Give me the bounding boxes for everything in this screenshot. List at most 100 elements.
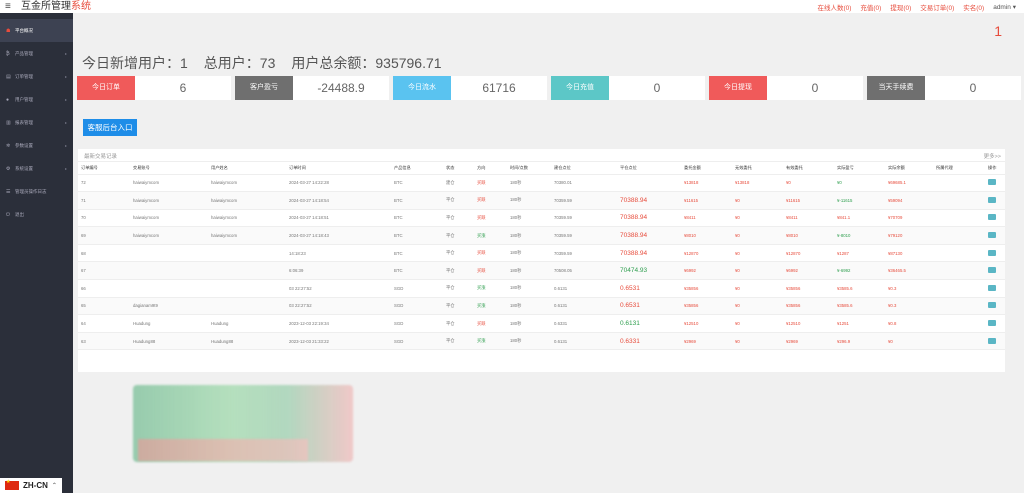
sidebar-item-params[interactable]: ✲ 参数设置 ▸ bbox=[0, 134, 73, 157]
sidebar-item-orders[interactable]: ▤ 订单管理 ▸ bbox=[0, 65, 73, 88]
sidebar-item-system[interactable]: ⚙ 系统设置 ▸ bbox=[0, 157, 73, 180]
table-cell: ¥0 bbox=[732, 226, 783, 245]
sidebar-item-label: 系统设置 bbox=[15, 165, 33, 171]
table-cell: 0.6131 bbox=[551, 332, 617, 351]
chevron-up-icon: ⌃ bbox=[51, 483, 57, 489]
customer-service-button[interactable]: 客服后台入口 bbox=[83, 119, 137, 136]
row-action-button[interactable] bbox=[988, 337, 996, 344]
stat-value: 0 bbox=[609, 76, 705, 100]
stat-today-orders: 今日订单 6 bbox=[77, 76, 231, 100]
table-cell: 2024-03-27 14:22:28 bbox=[286, 174, 391, 193]
nav-withdraw[interactable]: 提现(0) bbox=[890, 2, 911, 12]
table-cell: 72 bbox=[78, 174, 130, 193]
table-cell: 平仓 bbox=[443, 244, 474, 263]
table-cell bbox=[933, 314, 985, 333]
table-cell bbox=[617, 174, 681, 193]
table-cell: ¥13818 bbox=[681, 174, 732, 193]
column-header: 状态 bbox=[443, 162, 474, 175]
nav-trade-orders[interactable]: 交易订单(0) bbox=[920, 2, 954, 12]
table-cell: ¥11615 bbox=[681, 191, 732, 210]
language-label: ZH-CN bbox=[23, 481, 48, 490]
table-cell bbox=[985, 314, 1005, 333]
table-cell: 70388.94 bbox=[617, 209, 681, 228]
table-cell: SGD bbox=[391, 332, 443, 351]
row-action-button[interactable] bbox=[988, 320, 996, 327]
table-cell: 建仓 bbox=[443, 174, 474, 193]
row-action-button[interactable] bbox=[988, 249, 996, 256]
table-cell: ¥11615 bbox=[783, 191, 834, 210]
row-action-button[interactable] bbox=[988, 179, 996, 186]
nav-real-name[interactable]: 实名(0) bbox=[963, 2, 984, 12]
table-cell bbox=[985, 226, 1005, 245]
table-cell: haiwaiymcom bbox=[208, 226, 286, 245]
table-cell bbox=[208, 279, 286, 298]
table-cell: 平仓 bbox=[443, 226, 474, 245]
sidebar-item-reports[interactable]: ▥ 报表管理 ▸ bbox=[0, 111, 73, 134]
table-cell: ¥-6992 bbox=[834, 261, 885, 281]
table-cell: 14:18:23 bbox=[286, 244, 391, 263]
table-cell: 2023-12-03 21:33:22 bbox=[286, 332, 391, 351]
table-cell bbox=[985, 332, 1005, 351]
top-nav: 在线人数(0) 充值(0) 提现(0) 交易订单(0) 实名(0) admin … bbox=[817, 0, 1016, 13]
table-cell: 2024-03-27 14:18:51 bbox=[286, 209, 391, 228]
table-cell: ¥8411 bbox=[681, 209, 732, 228]
stat-today-withdraw: 今日提现 0 bbox=[709, 76, 863, 100]
row-action-button[interactable] bbox=[988, 267, 996, 274]
row-action-button[interactable] bbox=[988, 284, 996, 291]
table-cell: ¥0 bbox=[732, 261, 783, 281]
sidebar-item-admin-log[interactable]: ☰ 管理员操作日志 bbox=[0, 180, 73, 203]
more-link[interactable]: 更多>> bbox=[984, 152, 1001, 160]
language-switcher[interactable]: ZH-CN ⌃ bbox=[0, 478, 62, 493]
table-cell: 70474.93 bbox=[617, 261, 681, 281]
table-cell bbox=[130, 244, 208, 263]
table-cell: 平仓 bbox=[443, 314, 474, 333]
table-cell: 70359.59 bbox=[551, 191, 617, 210]
table-cell: 69 bbox=[78, 226, 130, 245]
stats-row: 今日订单 6 客户盈亏 -24488.9 今日流水 61716 今日充值 0 今… bbox=[77, 76, 1021, 100]
table-cell: 0.6531 bbox=[617, 297, 681, 316]
sidebar-item-overview[interactable]: ☗ 平台概况 bbox=[0, 19, 73, 42]
sidebar-item-logout[interactable]: ⏻ 退出 bbox=[0, 203, 73, 226]
redacted-area bbox=[138, 439, 308, 461]
table-cell: 平仓 bbox=[443, 261, 474, 281]
table-cell: 买跌 bbox=[474, 174, 507, 193]
sidebar-item-products[interactable]: ₿ 产品管理 ▸ bbox=[0, 42, 73, 65]
table-cell: ¥841.1 bbox=[834, 209, 885, 228]
row-action-button[interactable] bbox=[988, 196, 996, 203]
table-body: 72 haiwaiymcom haiwaiymcom 2024-03-27 14:22… bbox=[78, 174, 1005, 351]
table-cell: ¥87130 bbox=[885, 244, 933, 263]
chevron-right-icon: ▸ bbox=[64, 166, 67, 171]
stat-today-fee: 当天手续费 0 bbox=[867, 76, 1021, 100]
stat-label: 客户盈亏 bbox=[235, 76, 293, 100]
row-action-button[interactable] bbox=[988, 214, 996, 221]
table-row: 68 14:18:23 BTC 平仓 买跌 180秒 70359.59 70388.94 ¥12… bbox=[78, 244, 1005, 263]
table-cell: ¥13818 bbox=[732, 174, 783, 193]
table-cell: 70388.94 bbox=[617, 191, 681, 210]
table-cell bbox=[985, 244, 1005, 263]
hamburger-menu-icon[interactable]: ≡ bbox=[5, 0, 19, 13]
table-cell: 70359.59 bbox=[551, 226, 617, 245]
row-action-button[interactable] bbox=[988, 232, 996, 239]
row-action-button[interactable] bbox=[988, 302, 996, 309]
chevron-right-icon: ▸ bbox=[64, 120, 67, 125]
table-cell: 180秒 bbox=[507, 332, 551, 351]
table-cell: ¥35856 bbox=[783, 297, 834, 316]
table-cell: ¥1251 bbox=[834, 314, 885, 333]
nav-recharge[interactable]: 充值(0) bbox=[860, 2, 881, 12]
table-cell: 03 22:27:52 bbox=[286, 279, 391, 298]
table-cell bbox=[208, 261, 286, 281]
home-icon: ☗ bbox=[6, 27, 11, 34]
user-menu[interactable]: admin ▾ bbox=[993, 3, 1016, 11]
column-header: 委托金额 bbox=[681, 162, 732, 175]
sidebar-item-users[interactable]: ● 用户管理 ▸ bbox=[0, 88, 73, 111]
nav-online-users[interactable]: 在线人数(0) bbox=[817, 2, 851, 12]
table-cell: BTC bbox=[391, 174, 443, 193]
table-cell: 180秒 bbox=[507, 297, 551, 316]
bitcoin-icon: ₿ bbox=[6, 50, 10, 57]
column-header: 有效委托 bbox=[783, 162, 834, 175]
column-header: 用户姓名 bbox=[208, 162, 286, 175]
table-cell: ¥-11615 bbox=[834, 191, 885, 210]
table-cell: ¥0 bbox=[732, 332, 783, 351]
table-cell: 180秒 bbox=[507, 314, 551, 333]
stat-value: 6 bbox=[135, 76, 231, 100]
